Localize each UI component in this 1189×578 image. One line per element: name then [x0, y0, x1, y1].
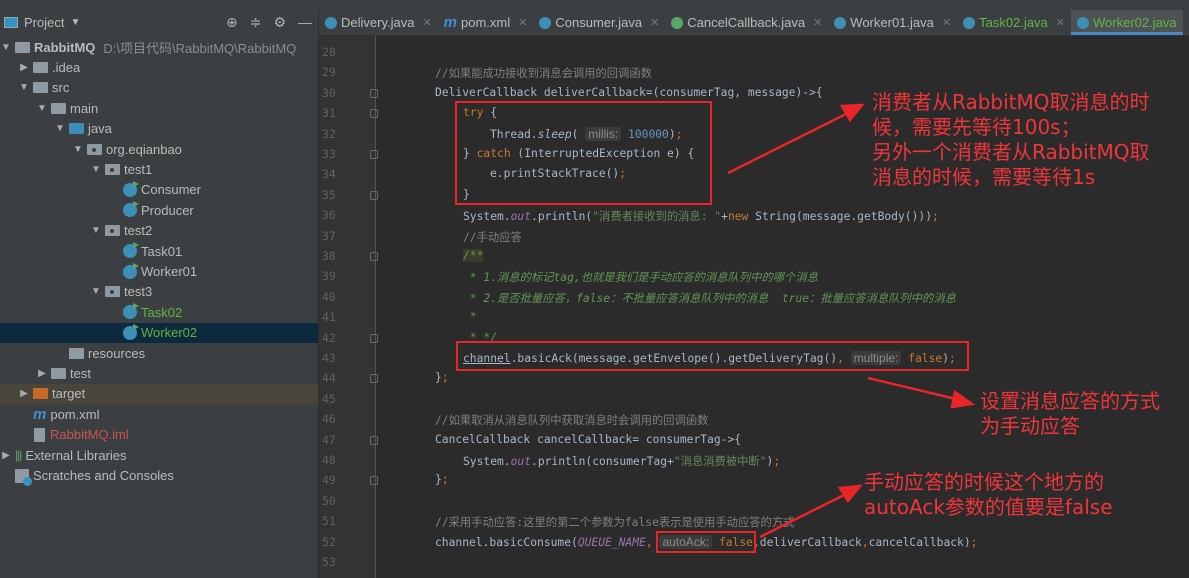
arrowhead	[839, 103, 865, 123]
annotation-line: 消费者从RabbitMQ取消息的时	[872, 90, 1150, 114]
arrow-from-basic-ack	[867, 376, 961, 402]
annotation-line: 候，需要先等待100s；	[872, 115, 1081, 139]
arrow-to-auto-ack	[759, 490, 851, 539]
annotation-line: 为手动应答	[980, 414, 1080, 438]
arrow-to-try-block	[727, 110, 851, 175]
arrowhead	[837, 484, 863, 504]
annotation-line: 手动应答的时候这个地方的	[864, 470, 1104, 494]
annotation-line: autoAck参数的值要是false	[864, 495, 1113, 519]
arrowhead	[950, 389, 976, 409]
annotation-line: 另外一个消费者从RabbitMQ取	[872, 140, 1150, 164]
annotation-auto-ack-false: 手动应答的时候这个地方的 autoAck参数的值要是false	[864, 470, 1113, 520]
annotation-wait-time: 消费者从RabbitMQ取消息的时 候，需要先等待100s； 另外一个消费者从R…	[872, 90, 1150, 190]
annotation-line: 设置消息应答的方式	[980, 389, 1160, 413]
annotation-line: 消息的时候，需要等待1s	[872, 165, 1096, 189]
annotation-manual-ack: 设置消息应答的方式 为手动应答	[980, 389, 1160, 439]
